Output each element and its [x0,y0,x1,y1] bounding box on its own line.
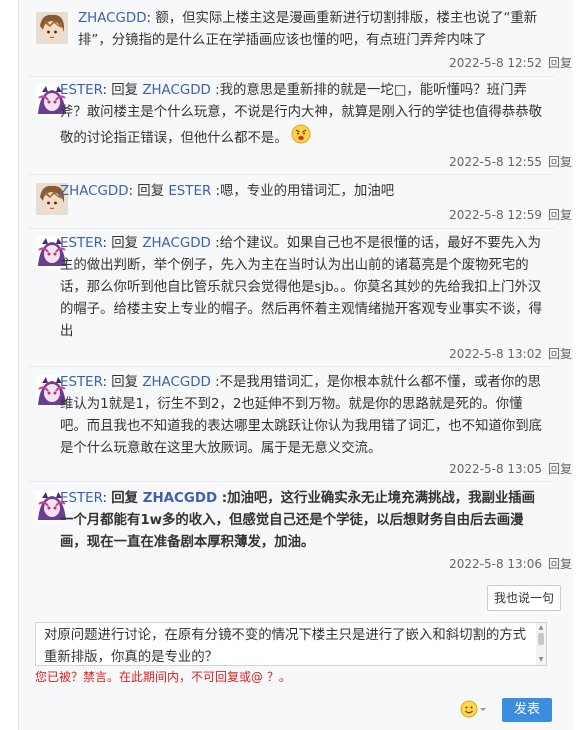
reply-target-username[interactable]: ESTER [168,184,211,199]
divider [28,481,554,482]
reply-time: 2022-5-8 12:59 [449,208,542,222]
reply-editor-text[interactable]: 对原问题进行讨论，在原有分镜不变的情况下楼主只是进行了嵌入和斜切割的方式重新排版… [36,623,546,665]
reply-button[interactable]: 回复 [548,557,572,571]
reply-target-username[interactable]: ZHACGDD [143,491,217,506]
reply-username[interactable]: ESTER [60,375,103,390]
reply-meta: 2022-5-8 12:52 回复 [449,54,572,71]
reply-username[interactable]: ESTER [60,236,103,251]
reply-target-username[interactable]: ZHACGDD [142,375,211,390]
reply-button[interactable]: 回复 [548,56,572,70]
scroll-down-icon[interactable]: ▼ [536,656,546,664]
reply-time: 2022-5-8 12:52 [449,56,542,70]
reply-meta: 2022-5-8 13:05 回复 [449,460,572,477]
reply-text: ESTER: 回复 ZHACGDD :我的意思是重新排的就是一坨□，能听懂吗？班… [60,80,546,152]
reply-text: ESTER: 回复 ZHACGDD :给个建议。如果自己也不是很懂的话，最好不要… [60,233,546,343]
scroll-thumb[interactable] [538,633,544,645]
reply-time: 2022-5-8 13:05 [449,462,542,476]
reply-content: :给个建议。如果自己也不是很懂的话，最好不要先入为主的做出判断，举个例子，先入为… [60,236,543,339]
angry-face-icon [291,124,311,152]
reply-prefix: : 回复 [128,184,169,199]
reply-editor[interactable]: 对原问题进行讨论，在原有分镜不变的情况下楼主只是进行了嵌入和斜切割的方式重新排版… [35,622,547,666]
reply-username[interactable]: ESTER [60,491,103,506]
reply-button[interactable]: 回复 [548,155,572,169]
reply-button[interactable]: 回复 [548,462,572,476]
reply-username[interactable]: ESTER [60,83,103,98]
reply-text: ESTER: 回复 ZHACGDD :不是我用错词汇，是你根本就什么都不懂，或者… [60,372,546,460]
reply-username[interactable]: ZHACGDD [60,184,129,199]
reply-text: ZHACGDD: 回复 ESTER :嗯，专业的用错词汇，加油吧 [60,181,546,203]
divider [28,174,554,175]
smiley-face-icon [460,700,486,718]
mute-notice: 您已被？禁言。在此期间内，不可回复或@ ？。 [35,670,291,684]
reply-prefix-label: 回复 [111,491,143,506]
reply-meta: 2022-5-8 13:02 回复 [449,345,572,362]
reply-separator: : [146,11,156,26]
reply-time: 2022-5-8 13:02 [449,347,542,361]
reply-meta: 2022-5-8 13:06 回复 [449,555,572,572]
emoji-button[interactable] [460,699,488,719]
reply-prefix-colon: : [102,491,112,506]
reply-text: ESTER: 回复 ZHACGDD :加油吧，这行业确实永无止境充满挑战，我副业… [60,488,546,554]
reply-prefix: : 回复 [102,83,143,98]
editor-scrollbar[interactable]: ▲ ▼ [536,623,546,665]
reply-meta: 2022-5-8 12:55 回复 [449,153,572,170]
avatar[interactable] [36,12,68,44]
divider [28,228,554,229]
reply-username[interactable]: ZHACGDD [78,11,147,26]
reply-time: 2022-5-8 13:06 [449,557,542,571]
zhacgdd-avatar-icon [36,12,68,44]
say-something-button[interactable]: 我也说一句 [487,585,561,611]
scroll-up-icon[interactable]: ▲ [536,624,546,632]
divider [28,366,554,367]
reply-text: ZHACGDD: 额，但实际上楼主这是漫画重新进行切割排版，楼主也说了“重新排”… [78,8,546,52]
reply-button[interactable]: 回复 [548,347,572,361]
reply-meta: 2022-5-8 12:59 回复 [449,206,572,223]
reply-target-username[interactable]: ZHACGDD [142,236,211,251]
divider [28,76,554,77]
reply-button[interactable]: 回复 [548,208,572,222]
reply-prefix: : 回复 [102,375,143,390]
reply-time: 2022-5-8 12:55 [449,155,542,169]
reply-target-username[interactable]: ZHACGDD [142,83,211,98]
submit-button[interactable]: 发表 [502,698,552,722]
reply-content: :嗯，专业的用错词汇，加油吧 [211,184,395,199]
reply-prefix: : 回复 [102,236,143,251]
